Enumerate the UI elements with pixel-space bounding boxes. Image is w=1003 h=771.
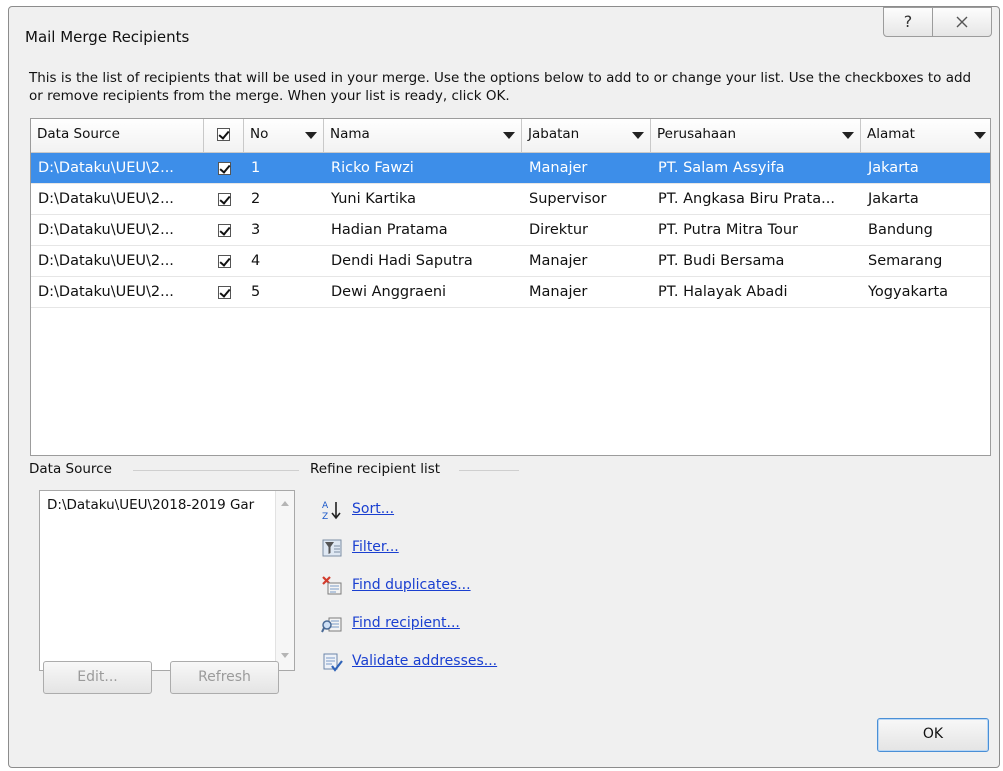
filter-icon xyxy=(322,539,342,557)
recipients-table: Data Source No Nama Jabatan Perusahaan A… xyxy=(30,118,991,456)
close-button[interactable] xyxy=(932,7,992,37)
column-header-nama[interactable]: Nama xyxy=(324,119,522,152)
cell-nama: Dendi Hadi Saputra xyxy=(331,253,473,269)
ok-button[interactable]: OK xyxy=(877,718,989,752)
column-header-select-all[interactable] xyxy=(204,119,244,152)
dropdown-arrow-icon[interactable] xyxy=(632,132,644,139)
cell-no: 4 xyxy=(251,253,261,269)
cell-perusahaan: PT. Salam Assyifa xyxy=(658,160,785,176)
column-header-perusahaan[interactable]: Perusahaan xyxy=(651,119,861,152)
refine-group-label: Refine recipient list xyxy=(310,461,441,477)
cell-perusahaan: PT. Putra Mitra Tour xyxy=(658,222,799,238)
column-header-alamat[interactable]: Alamat xyxy=(861,119,990,152)
cell-data-source: D:\Dataku\UEU\2... xyxy=(38,191,174,207)
scroll-up-icon[interactable] xyxy=(281,501,289,506)
row-checkbox[interactable] xyxy=(217,285,231,299)
cell-nama: Dewi Anggraeni xyxy=(331,284,447,300)
cell-jabatan: Manajer xyxy=(529,160,588,176)
row-checkbox[interactable] xyxy=(217,254,231,268)
validate-addresses-link[interactable]: Validate addresses... xyxy=(352,653,497,669)
cell-data-source: D:\Dataku\UEU\2... xyxy=(38,160,174,176)
cell-perusahaan: PT. Budi Bersama xyxy=(658,253,785,269)
filter-link[interactable]: Filter... xyxy=(352,539,399,555)
cell-no: 5 xyxy=(251,284,261,300)
svg-text:A: A xyxy=(322,501,329,511)
scroll-down-icon[interactable] xyxy=(281,653,289,658)
dropdown-arrow-icon[interactable] xyxy=(842,132,854,139)
dropdown-arrow-icon[interactable] xyxy=(974,132,986,139)
cell-perusahaan: PT. Halayak Abadi xyxy=(658,284,788,300)
svg-text:Z: Z xyxy=(322,512,328,521)
column-header-jabatan[interactable]: Jabatan xyxy=(522,119,651,152)
table-row[interactable]: D:\Dataku\UEU\2... 1 Ricko Fawzi Manajer… xyxy=(31,153,990,184)
column-label: Data Source xyxy=(37,126,120,142)
column-label: Jabatan xyxy=(528,126,580,142)
data-source-group-label: Data Source xyxy=(29,461,112,477)
cell-alamat: Yogyakarta xyxy=(868,284,949,300)
sort-az-icon: A Z xyxy=(322,501,341,521)
cell-data-source: D:\Dataku\UEU\2... xyxy=(38,222,174,238)
table-row[interactable]: D:\Dataku\UEU\2... 5 Dewi Anggraeni Mana… xyxy=(31,277,990,308)
column-label: Alamat xyxy=(867,126,915,142)
cell-no: 1 xyxy=(251,160,261,176)
cell-no: 3 xyxy=(251,222,261,238)
row-checkbox[interactable] xyxy=(217,161,231,175)
data-source-scrollbar[interactable] xyxy=(275,491,294,670)
find-duplicates-icon xyxy=(322,576,342,595)
edit-button[interactable]: Edit... xyxy=(43,661,152,694)
group-divider xyxy=(133,470,299,471)
help-icon: ? xyxy=(903,12,913,31)
title-bar: Mail Merge Recipients ? xyxy=(9,7,999,59)
row-checkbox[interactable] xyxy=(217,192,231,206)
column-header-data-source[interactable]: Data Source xyxy=(31,119,204,152)
column-label: No xyxy=(250,126,269,142)
find-recipient-link[interactable]: Find recipient... xyxy=(352,615,460,631)
cell-alamat: Bandung xyxy=(868,222,933,238)
refresh-button[interactable]: Refresh xyxy=(170,661,279,694)
table-row[interactable]: D:\Dataku\UEU\2... 3 Hadian Pratama Dire… xyxy=(31,215,990,246)
cell-no: 2 xyxy=(251,191,261,207)
cell-alamat: Semarang xyxy=(868,253,943,269)
select-all-checkbox[interactable] xyxy=(217,127,230,141)
close-icon xyxy=(956,16,968,28)
group-divider xyxy=(459,470,519,471)
cell-jabatan: Manajer xyxy=(529,284,588,300)
mail-merge-recipients-dialog: Mail Merge Recipients ? This is the list… xyxy=(8,6,1000,768)
cell-jabatan: Direktur xyxy=(529,222,588,238)
instructions-text: This is the list of recipients that will… xyxy=(29,70,972,104)
find-recipient-icon xyxy=(321,617,342,633)
table-header: Data Source No Nama Jabatan Perusahaan A… xyxy=(31,119,990,153)
sort-link[interactable]: Sort... xyxy=(352,501,394,517)
table-row[interactable]: D:\Dataku\UEU\2... 4 Dendi Hadi Saputra … xyxy=(31,246,990,277)
cell-nama: Yuni Kartika xyxy=(331,191,417,207)
data-source-list-item[interactable]: D:\Dataku\UEU\2018-2019 Gar xyxy=(47,497,254,513)
find-duplicates-link[interactable]: Find duplicates... xyxy=(352,577,471,593)
validate-addresses-icon xyxy=(323,653,343,672)
help-button[interactable]: ? xyxy=(883,7,933,37)
dialog-title: Mail Merge Recipients xyxy=(25,28,190,46)
dropdown-arrow-icon[interactable] xyxy=(305,132,317,139)
cell-data-source: D:\Dataku\UEU\2... xyxy=(38,253,174,269)
cell-nama: Hadian Pratama xyxy=(331,222,448,238)
column-header-no[interactable]: No xyxy=(244,119,324,152)
column-label: Nama xyxy=(330,126,370,142)
cell-perusahaan: PT. Angkasa Biru Prata... xyxy=(658,191,835,207)
dropdown-arrow-icon[interactable] xyxy=(503,132,515,139)
cell-nama: Ricko Fawzi xyxy=(331,160,414,176)
cell-jabatan: Manajer xyxy=(529,253,588,269)
data-source-list[interactable]: D:\Dataku\UEU\2018-2019 Gar xyxy=(39,490,295,671)
cell-alamat: Jakarta xyxy=(868,160,919,176)
table-row[interactable]: D:\Dataku\UEU\2... 2 Yuni Kartika Superv… xyxy=(31,184,990,215)
cell-alamat: Jakarta xyxy=(868,191,919,207)
column-label: Perusahaan xyxy=(657,126,737,142)
row-checkbox[interactable] xyxy=(217,223,231,237)
cell-jabatan: Supervisor xyxy=(529,191,607,207)
cell-data-source: D:\Dataku\UEU\2... xyxy=(38,284,174,300)
